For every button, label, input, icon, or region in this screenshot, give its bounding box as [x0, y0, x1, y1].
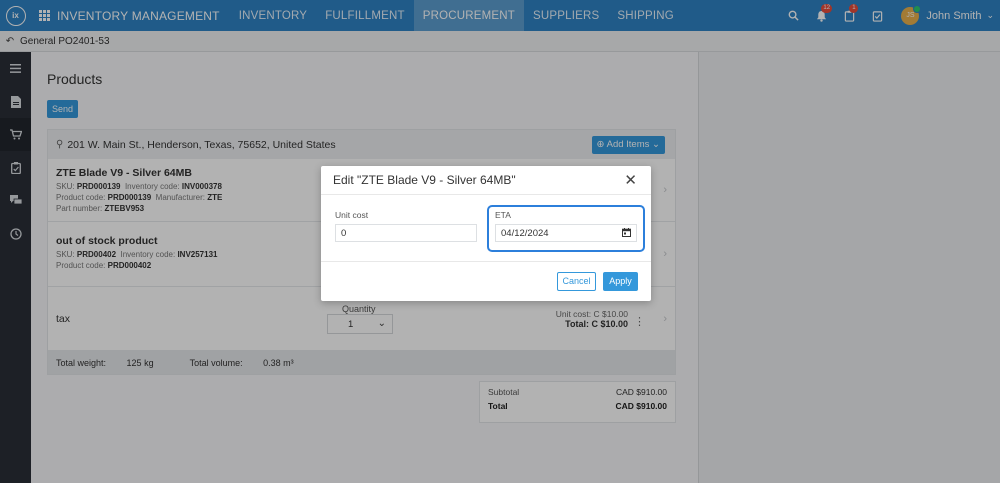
- apply-button[interactable]: Apply: [603, 272, 638, 291]
- edit-item-modal: Edit "ZTE Blade V9 - Silver 64MB" ✕ Unit…: [321, 166, 651, 301]
- eta-date-input[interactable]: 04/12/2024: [495, 224, 637, 242]
- close-icon[interactable]: ✕: [624, 171, 637, 189]
- calendar-icon[interactable]: [622, 228, 631, 239]
- modal-footer: Cancel Apply: [321, 261, 651, 301]
- modal-title: Edit "ZTE Blade V9 - Silver 64MB": [333, 173, 516, 187]
- unit-cost-label: Unit cost: [335, 210, 369, 220]
- cancel-button[interactable]: Cancel: [557, 272, 596, 291]
- eta-label: ETA: [495, 210, 511, 220]
- unit-cost-input[interactable]: 0: [335, 224, 477, 242]
- modal-header: Edit "ZTE Blade V9 - Silver 64MB" ✕: [321, 166, 651, 195]
